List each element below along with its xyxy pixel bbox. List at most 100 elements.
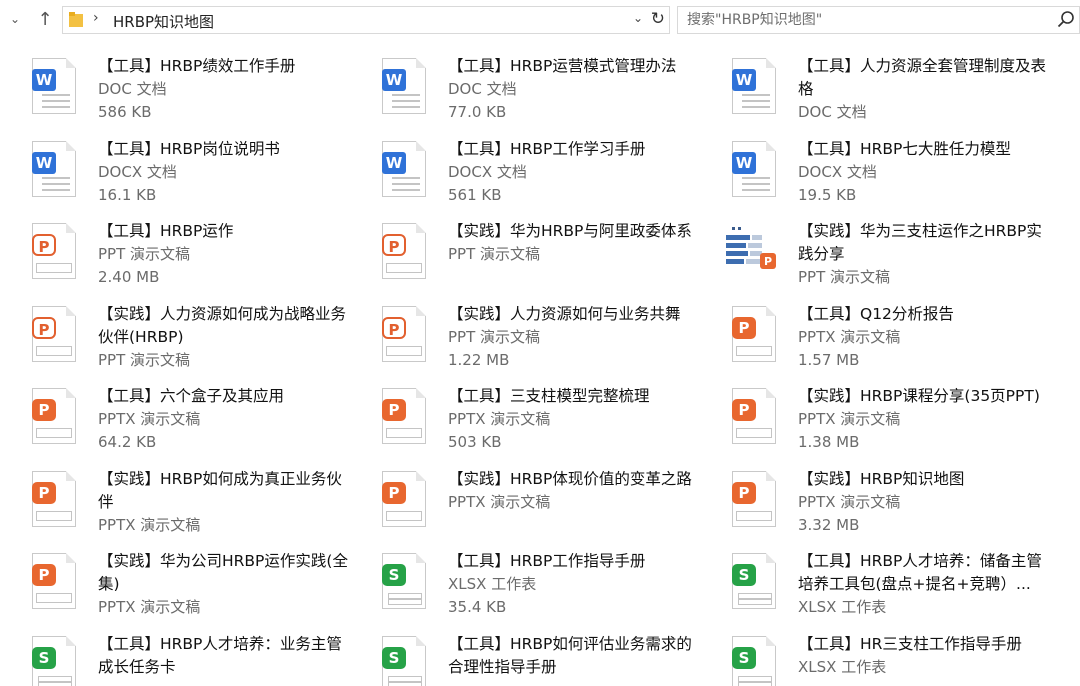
file-size: 19.5 KB: [798, 186, 857, 204]
file-item[interactable]: P 【工具】六个盒子及其应用 PPTX 演示文稿 64.2 KB: [0, 370, 340, 452]
file-type: PPTX 演示文稿: [798, 410, 901, 428]
file-meta: 【实践】华为三支柱运作之HRBP实践分享 PPT 演示文稿: [798, 220, 1050, 289]
breadcrumb-separator-icon: ›: [93, 10, 99, 26]
file-type: DOCX 文档: [798, 163, 877, 181]
powerpoint-file-icon: P: [30, 221, 82, 283]
file-size: 64.2 KB: [98, 433, 157, 451]
file-meta: 【工具】HRBP绩效工作手册 DOC 文档 586 KB: [98, 55, 350, 124]
file-item[interactable]: W 【工具】HRBP工作学习手册 DOCX 文档 561 KB: [350, 123, 690, 205]
file-name: 【工具】HRBP人才培养：储备主管培养工具包(盘点+提名+竞聘）...: [798, 552, 1042, 593]
file-item[interactable]: P 【实践】人力资源如何与业务共舞 PPT 演示文稿 1.22 MB: [350, 288, 690, 370]
file-meta: 【工具】Q12分析报告 PPTX 演示文稿 1.57 MB: [798, 303, 1050, 372]
svg-text:P: P: [764, 255, 772, 268]
file-icon: S: [730, 634, 782, 686]
file-size: 16.1 KB: [98, 186, 157, 204]
folder-icon: [69, 12, 83, 27]
file-meta: 【实践】华为HRBP与阿里政委体系 PPT 演示文稿: [448, 220, 700, 266]
powerpoint-file-icon: P: [30, 304, 82, 366]
file-icon: P: [380, 304, 432, 366]
file-item[interactable]: S 【工具】HRBP人才培养：储备主管培养工具包(盘点+提名+竞聘）... XLSX…: [700, 535, 1042, 617]
file-meta: 【实践】HRBP如何成为真正业务伙伴 PPTX 演示文稿: [98, 468, 350, 537]
file-item[interactable]: S 【工具】HRBP人才培养：业务主管成长任务卡: [0, 618, 342, 686]
file-item[interactable]: W 【工具】HRBP七大胜任力模型 DOCX 文档 19.5 KB: [700, 123, 1040, 205]
file-meta: 【实践】HRBP体现价值的变革之路 PPTX 演示文稿: [448, 468, 700, 514]
file-item[interactable]: S 【工具】HR三支柱工作指导手册 XLSX 工作表: [700, 618, 1040, 686]
file-type: XLSX 工作表: [448, 575, 537, 593]
file-item[interactable]: P 【实践】HRBP如何成为真正业务伙伴 PPTX 演示文稿: [0, 453, 342, 535]
file-size: 3.32 MB: [798, 516, 860, 534]
file-name: 【工具】六个盒子及其应用: [98, 387, 285, 405]
search-box[interactable]: [677, 6, 1080, 34]
search-icon[interactable]: [1057, 10, 1075, 28]
file-icon: P: [726, 221, 782, 283]
refresh-icon[interactable]: ↻: [651, 9, 665, 29]
file-name: 【工具】HRBP七大胜任力模型: [798, 140, 1011, 158]
file-name: 【实践】华为HRBP与阿里政委体系: [448, 222, 692, 240]
file-item[interactable]: P 【实践】人力资源如何成为战略业务伙伴(HRBP) PPT 演示文稿: [0, 288, 346, 370]
file-item[interactable]: P 【实践】华为公司HRBP运作实践(全集) PPTX 演示文稿: [0, 535, 348, 617]
file-meta: 【工具】HRBP工作指导手册 XLSX 工作表 35.4 KB: [448, 550, 700, 619]
file-type: PPT 演示文稿: [98, 351, 191, 369]
file-name: 【工具】HRBP岗位说明书: [98, 140, 280, 158]
breadcrumb-current-folder[interactable]: HRBP知识地图: [113, 11, 214, 32]
word-document-icon: W: [730, 56, 782, 118]
file-item[interactable]: P 【实践】HRBP体现价值的变革之路 PPTX 演示文稿: [350, 453, 692, 535]
powerpoint-file-icon: P: [30, 469, 82, 531]
file-item[interactable]: W 【工具】HRBP岗位说明书 DOCX 文档 16.1 KB: [0, 123, 340, 205]
file-item[interactable]: S 【工具】HRBP如何评估业务需求的合理性指导手册: [350, 618, 692, 686]
search-input[interactable]: [687, 10, 1047, 30]
file-name: 【实践】HRBP如何成为真正业务伙伴: [98, 470, 342, 511]
file-size: 77.0 KB: [448, 103, 507, 121]
file-meta: 【实践】人力资源如何与业务共舞 PPT 演示文稿 1.22 MB: [448, 303, 700, 372]
file-type: PPTX 演示文稿: [98, 410, 201, 428]
file-type: PPTX 演示文稿: [798, 493, 901, 511]
file-name: 【实践】华为公司HRBP运作实践(全集): [98, 552, 348, 593]
file-name: 【工具】HRBP工作指导手册: [448, 552, 646, 570]
file-meta: 【工具】HRBP如何评估业务需求的合理性指导手册: [448, 633, 700, 679]
file-name: 【工具】HRBP运作: [98, 222, 234, 240]
address-bar[interactable]: › HRBP知识地图 ⌄ ↻: [62, 6, 670, 34]
word-document-icon: W: [30, 56, 82, 118]
file-item[interactable]: P 【实践】HRBP课程分享(35页PPT) PPTX 演示文稿 1.38 MB: [700, 370, 1040, 452]
file-name: 【工具】HR三支柱工作指导手册: [798, 635, 1022, 653]
file-item[interactable]: P 【工具】HRBP运作 PPT 演示文稿 2.40 MB: [0, 205, 340, 287]
file-item[interactable]: W 【工具】人力资源全套管理制度及表格 DOC 文档: [700, 40, 1046, 122]
file-icon: S: [380, 551, 432, 613]
file-icon: P: [30, 469, 82, 531]
file-item[interactable]: W 【工具】HRBP运营模式管理办法 DOC 文档 77.0 KB: [350, 40, 690, 122]
file-item[interactable]: S 【工具】HRBP工作指导手册 XLSX 工作表 35.4 KB: [350, 535, 690, 617]
file-type: PPTX 演示文稿: [98, 598, 201, 616]
file-type: DOCX 文档: [98, 163, 177, 181]
presentation-thumbnail-icon: P: [726, 221, 782, 283]
file-name: 【实践】HRBP课程分享(35页PPT): [798, 387, 1040, 405]
file-item[interactable]: W 【工具】HRBP绩效工作手册 DOC 文档 586 KB: [0, 40, 340, 122]
file-name: 【实践】HRBP体现价值的变革之路: [448, 470, 692, 488]
file-item[interactable]: P 【实践】华为三支柱运作之HRBP实践分享 PPT 演示文稿: [700, 205, 1042, 287]
file-item[interactable]: P 【工具】Q12分析报告 PPTX 演示文稿 1.57 MB: [700, 288, 1040, 370]
powerpoint-file-icon: P: [30, 551, 82, 613]
file-type: DOC 文档: [98, 80, 167, 98]
word-document-icon: W: [380, 139, 432, 201]
file-meta: 【实践】华为公司HRBP运作实践(全集) PPTX 演示文稿: [98, 550, 350, 619]
file-item[interactable]: P 【实践】华为HRBP与阿里政委体系 PPT 演示文稿: [350, 205, 692, 287]
file-name: 【实践】人力资源如何成为战略业务伙伴(HRBP): [98, 305, 347, 346]
file-meta: 【工具】三支柱模型完整梳理 PPTX 演示文稿 503 KB: [448, 385, 700, 454]
file-size: 2.40 MB: [98, 268, 160, 286]
file-item[interactable]: P 【工具】三支柱模型完整梳理 PPTX 演示文稿 503 KB: [350, 370, 690, 452]
file-icon: W: [30, 56, 82, 118]
file-icon: P: [730, 469, 782, 531]
file-type: PPT 演示文稿: [448, 328, 541, 346]
file-meta: 【工具】六个盒子及其应用 PPTX 演示文稿 64.2 KB: [98, 385, 350, 454]
powerpoint-file-icon: P: [730, 469, 782, 531]
file-icon: P: [30, 304, 82, 366]
address-dropdown-chevron-icon[interactable]: ⌄: [633, 11, 643, 25]
recent-locations-chevron-down-icon[interactable]: ⌄: [4, 8, 26, 30]
file-icon: W: [380, 56, 432, 118]
file-type: PPTX 演示文稿: [448, 410, 551, 428]
file-icon: W: [730, 139, 782, 201]
file-icon: P: [30, 386, 82, 448]
file-item[interactable]: P 【实践】HRBP知识地图 PPTX 演示文稿 3.32 MB: [700, 453, 1040, 535]
powerpoint-file-icon: P: [730, 304, 782, 366]
up-arrow-icon[interactable]: ↑: [34, 8, 56, 30]
file-meta: 【工具】HRBP工作学习手册 DOCX 文档 561 KB: [448, 138, 700, 207]
